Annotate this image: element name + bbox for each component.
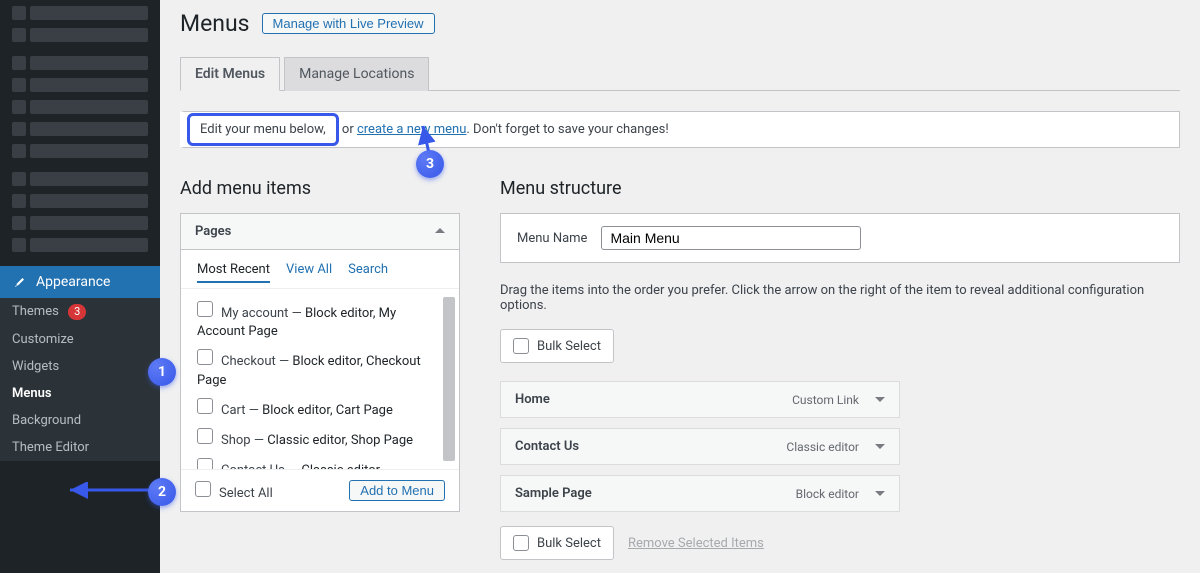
sidebar-item-appearance[interactable]: Appearance (0, 266, 160, 298)
live-preview-button[interactable]: Manage with Live Preview (262, 13, 435, 34)
tab-manage-locations[interactable]: Manage Locations (284, 57, 429, 91)
sidebar-submenu-appearance: Themes 3 Customize Widgets Menus Backgro… (0, 298, 160, 461)
menu-name-label: Menu Name (517, 231, 587, 246)
sidebar-subitem-menus[interactable]: Menus (0, 380, 160, 407)
nav-tabs: Edit Menus Manage Locations (180, 57, 1180, 91)
pages-inner-tabs: Most Recent View All Search (181, 250, 459, 289)
page-option[interactable]: Shop — Classic editor, Shop Page (197, 424, 447, 454)
remove-selected-link[interactable]: Remove Selected Items (628, 536, 764, 551)
page-checkbox[interactable] (197, 398, 213, 414)
page-option[interactable]: My account — Block editor, My Account Pa… (197, 297, 447, 345)
main-content: Menus Manage with Live Preview Edit Menu… (160, 0, 1200, 573)
sidebar-subitem-themes[interactable]: Themes 3 (0, 298, 160, 326)
brush-icon (12, 274, 28, 290)
inner-tab-view-all[interactable]: View All (286, 262, 332, 278)
annotation-marker-3: 3 (416, 150, 444, 178)
menu-structure-column: Menu structure Menu Name Drag the items … (500, 178, 1180, 560)
bulk-select-bottom[interactable]: Bulk Select (500, 526, 614, 560)
menu-name-input[interactable] (601, 226, 861, 250)
help-row: Edit your menu below, or create a new me… (180, 111, 1180, 148)
sidebar-item-label: Appearance (36, 274, 110, 290)
annotation-marker-1: 1 (148, 358, 176, 386)
page-checkbox[interactable] (197, 458, 213, 469)
bulk-select-top[interactable]: Bulk Select (500, 329, 614, 363)
sidebar-hidden-section (0, 0, 160, 266)
chevron-down-icon[interactable] (869, 487, 885, 501)
caret-up-icon (429, 224, 445, 239)
page-checkbox[interactable] (197, 349, 213, 365)
select-all-option[interactable]: Select All (195, 481, 273, 501)
bulk-select-checkbox[interactable] (513, 535, 529, 551)
page-title: Menus (180, 10, 250, 37)
page-option[interactable]: Cart — Block editor, Cart Page (197, 394, 447, 424)
inner-tab-search[interactable]: Search (348, 262, 388, 278)
add-items-title: Add menu items (180, 178, 460, 199)
chevron-down-icon[interactable] (869, 393, 885, 407)
sidebar-subitem-background[interactable]: Background (0, 407, 160, 434)
annotation-marker-2: 2 (148, 478, 176, 506)
bulk-select-checkbox[interactable] (513, 338, 529, 354)
menu-item[interactable]: Contact Us Classic editor (500, 428, 900, 465)
inner-tab-most-recent[interactable]: Most Recent (197, 262, 270, 283)
menu-structure-title: Menu structure (500, 178, 1180, 199)
page-checkbox-list[interactable]: My account — Block editor, My Account Pa… (181, 289, 459, 469)
sidebar-subitem-widgets[interactable]: Widgets (0, 353, 160, 380)
add-to-menu-button[interactable]: Add to Menu (349, 480, 445, 501)
add-menu-items-column: Add menu items Pages Most Recent View Al… (180, 178, 460, 560)
update-badge: 3 (68, 304, 86, 320)
sidebar-subitem-theme-editor[interactable]: Theme Editor (0, 434, 160, 461)
annotation-highlight-instructions: Edit your menu below, (187, 113, 339, 146)
page-option[interactable]: Contact Us — Classic editor (197, 454, 447, 469)
drag-instructions: Drag the items into the order you prefer… (500, 283, 1180, 313)
chevron-down-icon[interactable] (869, 440, 885, 454)
menu-items-list: Home Custom Link Contact Us Classic edit… (500, 381, 1180, 512)
page-option[interactable]: Checkout — Block editor, Checkout Page (197, 345, 447, 393)
tab-edit-menus[interactable]: Edit Menus (180, 57, 280, 91)
admin-sidebar: Appearance Themes 3 Customize Widgets Me… (0, 0, 160, 573)
create-new-menu-link[interactable]: create a new menu (357, 122, 466, 137)
menu-item[interactable]: Sample Page Block editor (500, 475, 900, 512)
select-all-checkbox[interactable] (195, 481, 211, 497)
page-checkbox[interactable] (197, 428, 213, 444)
page-checkbox[interactable] (197, 301, 213, 317)
sidebar-subitem-customize[interactable]: Customize (0, 326, 160, 353)
pages-accordion: Pages Most Recent View All Search My acc… (180, 213, 460, 512)
pages-accordion-toggle[interactable]: Pages (181, 214, 459, 250)
menu-item[interactable]: Home Custom Link (500, 381, 900, 418)
